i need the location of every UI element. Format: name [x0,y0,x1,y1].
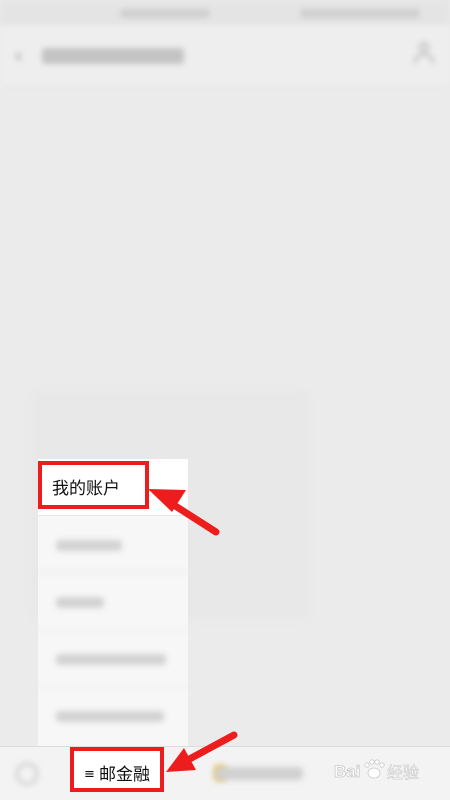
status-bar-indicators [300,9,420,18]
paw-icon: Bai 经验 [334,759,419,782]
menu-item-label-blurred [56,711,164,722]
bottom-tab-blurred[interactable] [215,767,303,780]
keyboard-icon[interactable] [16,763,38,785]
menu-item[interactable] [38,573,188,630]
menu-item-label-blurred [56,597,104,608]
top-nav-bar: ‹ [0,26,450,84]
svg-text:Bai: Bai [334,762,360,781]
person-icon-body [414,53,434,64]
baidu-jingyan-watermark: Bai 经验 [332,752,442,792]
status-bar-info [120,9,210,18]
highlight-box-postal-finance [70,747,164,792]
back-arrow-icon[interactable]: ‹ [14,44,23,69]
menu-item[interactable] [38,687,188,744]
menu-item[interactable] [38,516,188,573]
person-icon[interactable] [414,42,434,66]
menu-item[interactable] [38,630,188,687]
person-icon-head [419,42,429,52]
menu-item-label-blurred [56,654,166,665]
menu-item-label-blurred [56,540,122,551]
chat-title [42,48,184,64]
svg-text:经验: 经验 [387,763,419,782]
status-bar [0,0,450,26]
highlight-box-my-account [38,461,149,509]
